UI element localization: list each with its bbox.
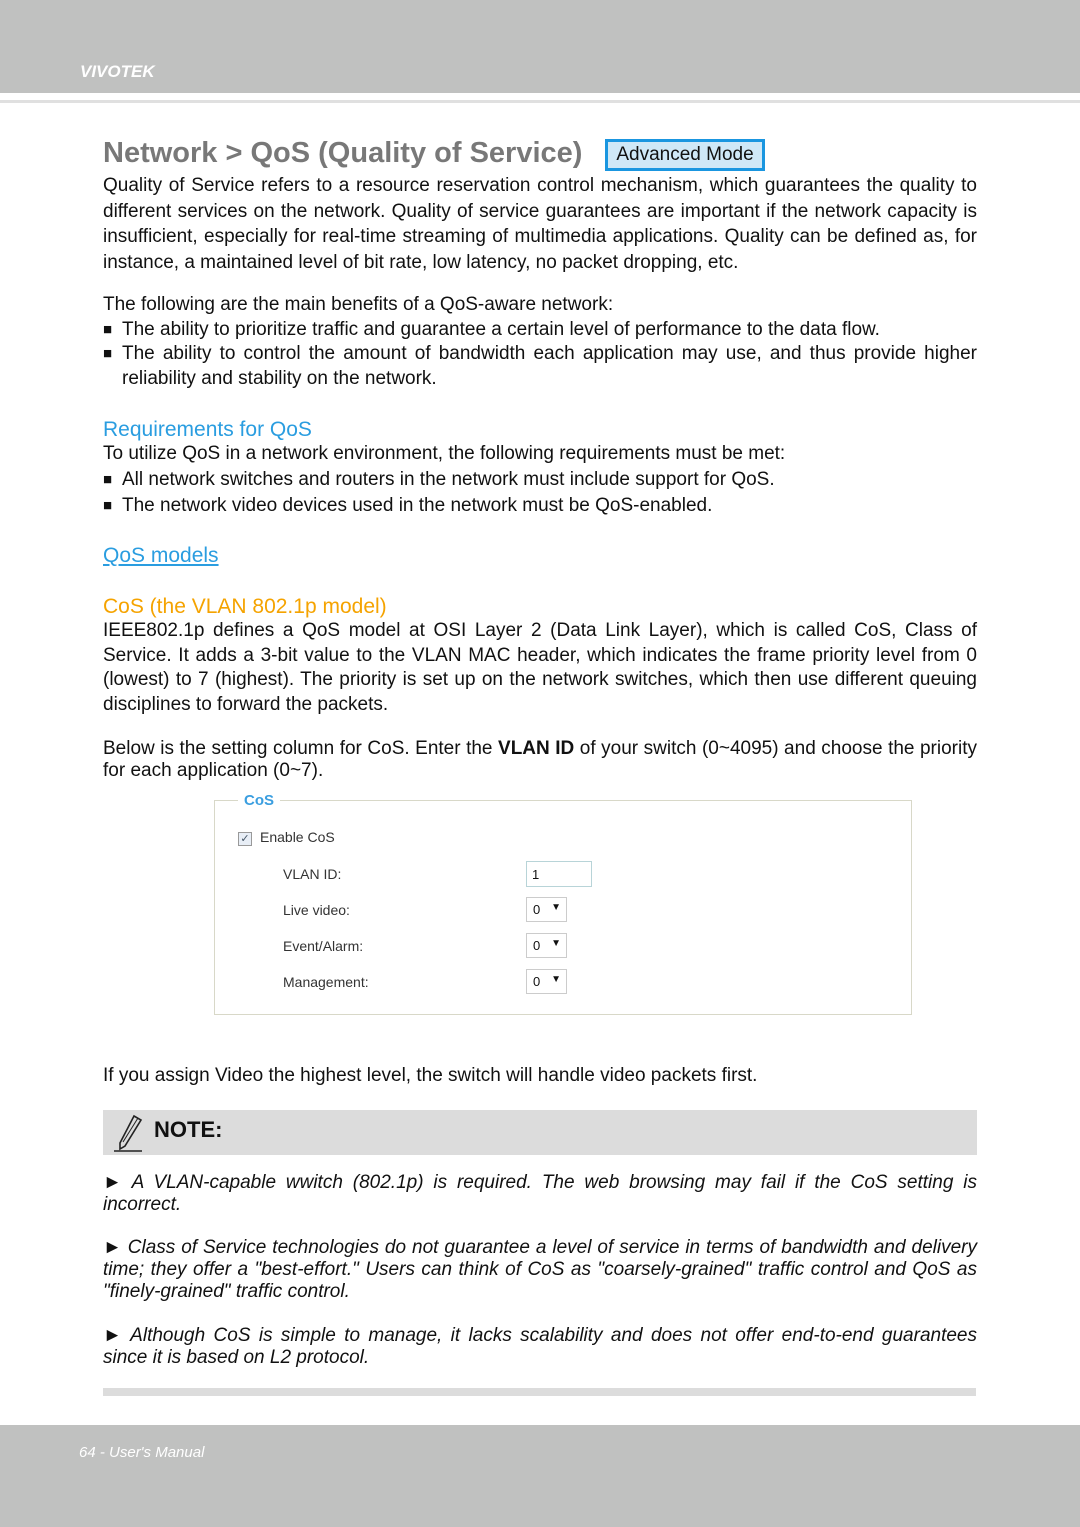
vlan-id-label: VLAN ID: xyxy=(283,866,342,882)
arrow-icon: ► xyxy=(103,1172,132,1193)
requirements-section: To utilize QoS in a network environment,… xyxy=(103,441,977,519)
benefits-lead: The following are the main benefits of a… xyxy=(103,294,614,315)
page-footer xyxy=(0,1425,1080,1527)
selected-value: 0 xyxy=(533,974,541,989)
cos-instructions: Below is the setting column for CoS. Ent… xyxy=(103,738,977,782)
arrow-icon: ► xyxy=(103,1237,128,1258)
chevron-down-icon: ▼ xyxy=(551,902,561,913)
chevron-down-icon: ▼ xyxy=(551,938,561,949)
requirements-heading: Requirements for QoS xyxy=(103,418,312,441)
requirements-lead: To utilize QoS in a network environment,… xyxy=(103,443,786,464)
enable-cos-checkbox[interactable]: ✓ xyxy=(238,832,252,846)
note-item: ► Class of Service technologies do not g… xyxy=(103,1237,977,1303)
brand-logo: VIVOTEK xyxy=(80,62,155,81)
note-end-bar xyxy=(103,1388,976,1396)
cos-paragraph: IEEE802.1p defines a QoS model at OSI La… xyxy=(103,620,977,715)
list-item: The network video devices used in the ne… xyxy=(103,493,977,519)
selected-value: 0 xyxy=(533,902,541,917)
page-title: Network > QoS (Quality of Service) xyxy=(103,137,583,169)
page-header xyxy=(0,0,1080,93)
advanced-mode-badge: Advanced Mode xyxy=(605,139,765,171)
note-text: Class of Service technologies do not gua… xyxy=(103,1237,977,1302)
pencil-icon xyxy=(114,1114,143,1152)
benefits-section: The following are the main benefits of a… xyxy=(103,293,977,391)
event-alarm-label: Event/Alarm: xyxy=(283,938,364,954)
note-item: ► Although CoS is simple to manage, it l… xyxy=(103,1325,977,1369)
management-select[interactable]: 0 ▼ xyxy=(526,969,567,994)
after-form-text: If you assign Video the highest level, t… xyxy=(103,1065,758,1086)
live-video-select[interactable]: 0 ▼ xyxy=(526,897,567,922)
note-text: Although CoS is simple to manage, it lac… xyxy=(103,1325,977,1368)
chevron-down-icon: ▼ xyxy=(551,974,561,985)
enable-cos-label: Enable CoS xyxy=(260,829,335,845)
cos-legend: CoS xyxy=(238,792,280,809)
note-title: NOTE: xyxy=(154,1117,223,1142)
cos-heading: CoS (the VLAN 802.1p model) xyxy=(103,595,387,618)
note-text: A VLAN-capable wwitch (802.1p) is requir… xyxy=(103,1172,977,1215)
list-item: The ability to prioritize traffic and gu… xyxy=(103,318,977,343)
text: Below is the setting column for CoS. Ent… xyxy=(103,738,499,759)
page-number: 64 - User's Manual xyxy=(79,1444,205,1461)
note-bar xyxy=(103,1110,977,1155)
list-item: The ability to control the amount of ban… xyxy=(103,342,977,391)
vlan-id-term: VLAN ID xyxy=(498,738,575,759)
event-alarm-select[interactable]: 0 ▼ xyxy=(526,933,567,958)
vlan-id-input[interactable]: 1 xyxy=(526,861,592,887)
intro-paragraph: Quality of Service refers to a resource … xyxy=(103,175,977,273)
management-label: Management: xyxy=(283,974,369,990)
header-divider xyxy=(0,100,1080,103)
qos-models-link[interactable]: QoS models xyxy=(103,544,219,567)
selected-value: 0 xyxy=(533,938,541,953)
live-video-label: Live video: xyxy=(283,902,350,918)
list-item: All network switches and routers in the … xyxy=(103,467,977,493)
note-item: ► A VLAN-capable wwitch (802.1p) is requ… xyxy=(103,1172,977,1216)
arrow-icon: ► xyxy=(103,1325,131,1346)
